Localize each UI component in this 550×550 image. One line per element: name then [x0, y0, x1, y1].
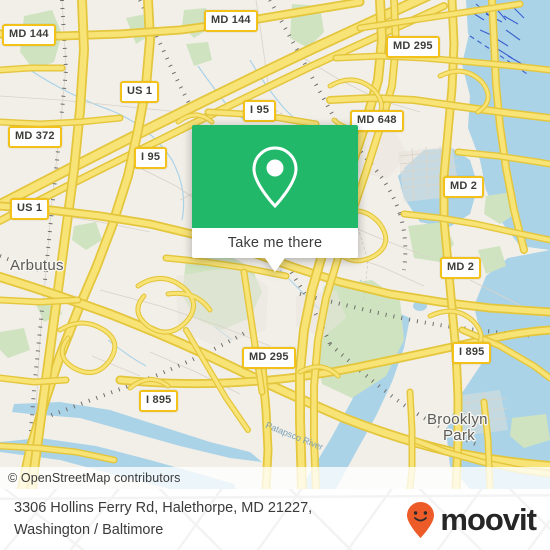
highway-shield[interactable]: US 1 [120, 81, 160, 103]
highway-shield[interactable]: MD 2 [443, 176, 485, 198]
moovit-wordmark: moovit [440, 502, 537, 537]
footer-bar: 3306 Hollins Ferry Rd, Halethorpe, MD 21… [0, 489, 550, 550]
moovit-logo[interactable]: moovit [406, 501, 537, 539]
address-line-1: 3306 Hollins Ferry Rd, Halethorpe, MD 21… [14, 500, 313, 517]
osm-attribution-text[interactable]: © OpenStreetMap contributors [0, 471, 181, 485]
take-me-there-label: Take me there [227, 235, 323, 251]
map-pin-icon [252, 145, 298, 208]
highway-shield[interactable]: MD 295 [386, 36, 440, 58]
highway-shield[interactable]: I 95 [134, 147, 168, 169]
address-block: 3306 Hollins Ferry Rd, Halethorpe, MD 21… [14, 498, 312, 540]
location-callout-card[interactable]: Take me there [192, 125, 358, 272]
highway-shield[interactable]: I 895 [139, 390, 179, 412]
address-line-2: Washington / Baltimore [14, 521, 164, 538]
callout-pointer-tail [265, 258, 285, 272]
take-me-there-button[interactable]: Take me there [192, 228, 358, 258]
callout-header [192, 125, 358, 228]
highway-shield[interactable]: MD 648 [350, 110, 404, 132]
highway-shield[interactable]: MD 2 [440, 257, 482, 279]
highway-shield[interactable]: MD 144 [2, 24, 56, 46]
highway-shield[interactable]: MD 372 [8, 126, 62, 148]
moovit-pin-icon [407, 501, 435, 538]
map-screenshot: .w { fill:#aad3e8; } .wl { stroke:#aad3e… [0, 0, 550, 550]
highway-shield[interactable]: MD 295 [242, 347, 296, 369]
map-attribution-bar: © OpenStreetMap contributors [0, 467, 550, 489]
highway-shield[interactable]: I 895 [452, 342, 492, 364]
highway-shield[interactable]: I 95 [243, 100, 277, 122]
highway-shield[interactable]: MD 144 [204, 10, 258, 32]
highway-shield[interactable]: US 1 [10, 198, 50, 220]
